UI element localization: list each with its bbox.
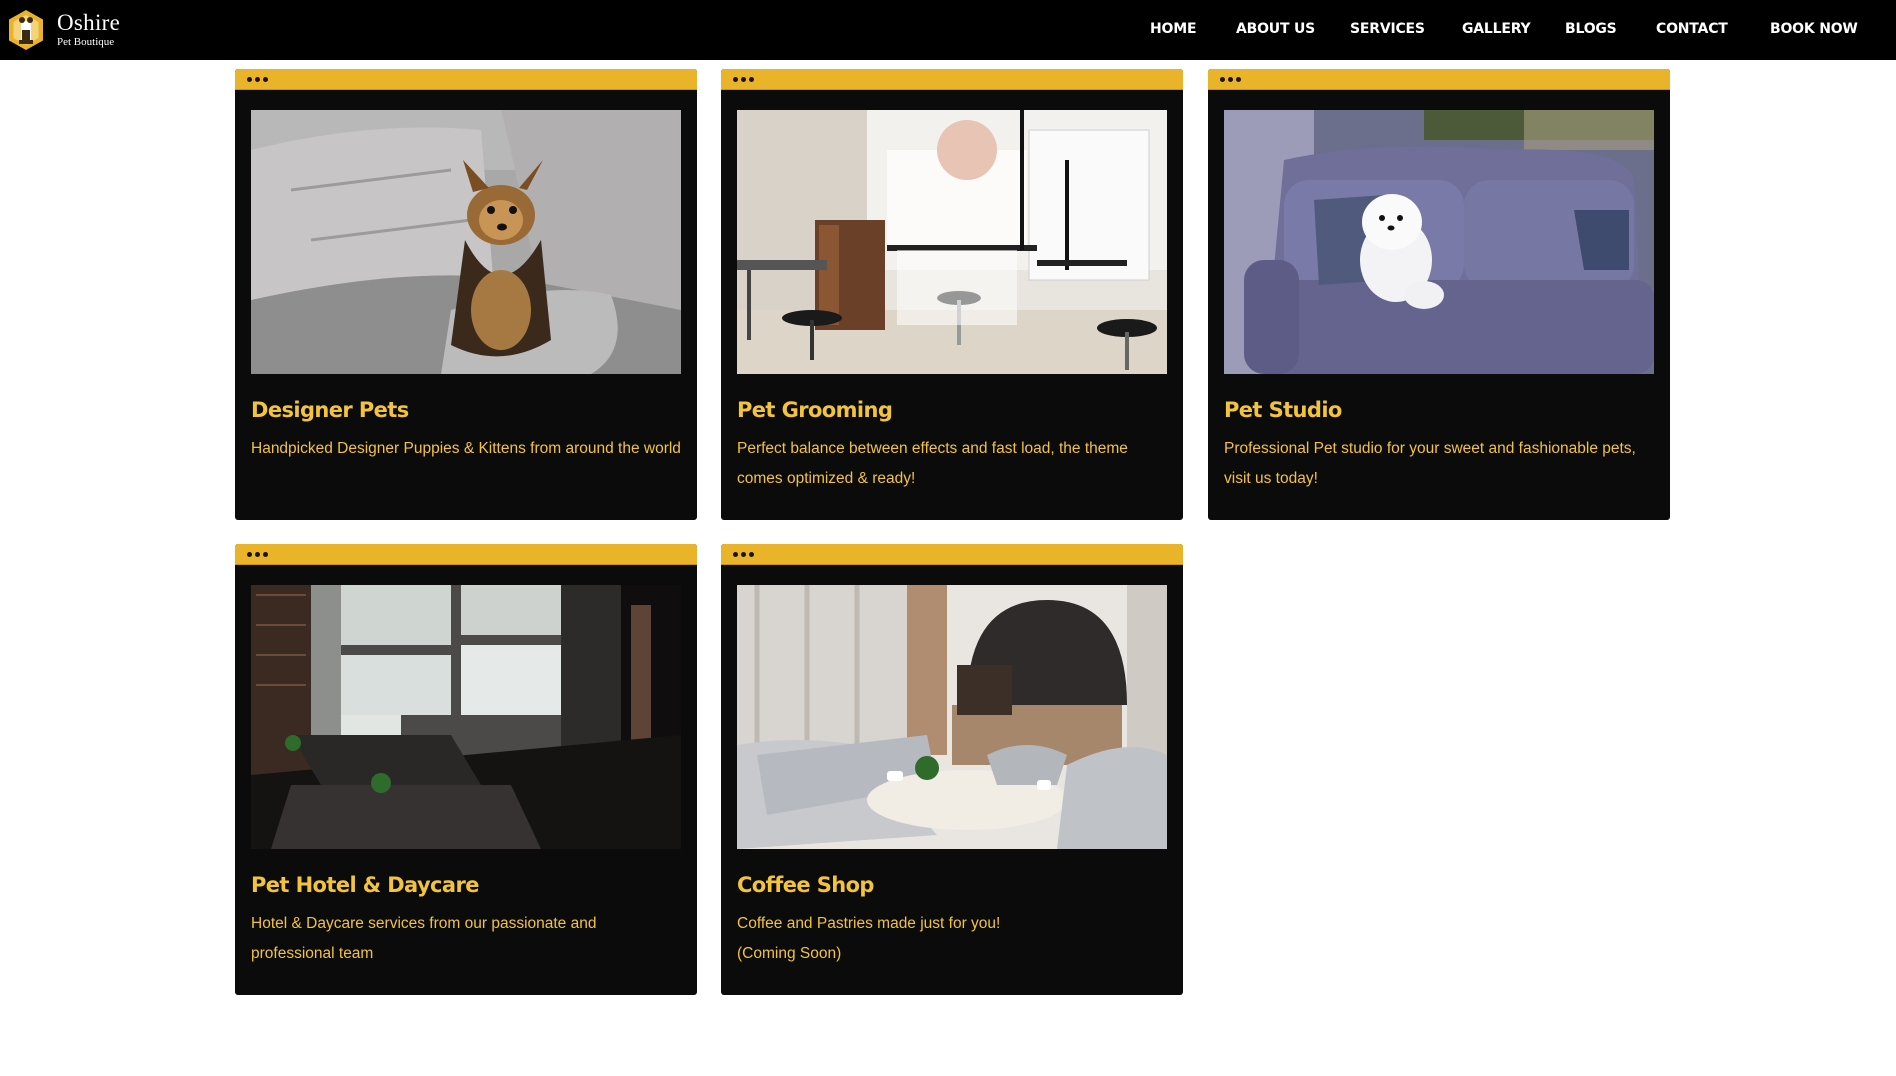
window-dot-icon (749, 76, 754, 82)
nav-services[interactable]: SERVICES (1350, 21, 1425, 37)
card-window-bar (1208, 69, 1670, 90)
card-window-bar (721, 544, 1183, 565)
window-dot-icon (741, 76, 746, 82)
card-image-pet-grooming[interactable] (737, 110, 1167, 374)
nav-home[interactable]: HOME (1150, 21, 1197, 37)
pomeranian-on-sofa-image (1224, 110, 1654, 374)
window-dot-icon (247, 551, 252, 557)
coming-soon-note: (Coming Soon) (737, 945, 842, 962)
main-nav: HOME ABOUT US SERVICES GALLERY BLOGS CON… (0, 0, 1896, 60)
card-image-pet-studio[interactable] (1224, 110, 1654, 374)
card-image-pet-hotel-daycare[interactable] (251, 585, 681, 849)
window-dot-icon (247, 76, 252, 82)
card-title: Pet Grooming (737, 398, 893, 422)
card-description-line: Coffee and Pastries made just for you! (737, 915, 1001, 932)
hotel-lounge-image (251, 585, 681, 849)
nav-book-now[interactable]: BOOK NOW (1770, 21, 1858, 37)
window-dot-icon (749, 551, 754, 557)
window-dot-icon (741, 551, 746, 557)
card-window-bar (721, 69, 1183, 90)
card-title: Pet Hotel & Daycare (251, 873, 479, 897)
card-description: Coffee and Pastries made just for you! (… (737, 909, 1167, 969)
site-header: Oshire Pet Boutique HOME ABOUT US SERVIC… (0, 0, 1896, 60)
window-dot-icon (1228, 76, 1233, 82)
card-image-coffee-shop[interactable] (737, 585, 1167, 849)
service-card-pet-grooming[interactable]: Pet Grooming Perfect balance between eff… (721, 69, 1183, 520)
window-dot-icon (1236, 76, 1241, 82)
window-dot-icon (263, 551, 268, 557)
card-description: Professional Pet studio for your sweet a… (1224, 440, 1636, 487)
window-dot-icon (255, 551, 260, 557)
service-card-pet-studio[interactable]: Pet Studio Professional Pet studio for y… (1208, 69, 1670, 520)
service-card-pet-hotel-daycare[interactable]: Pet Hotel & Daycare Hotel & Daycare serv… (235, 544, 697, 995)
card-image-designer-pets[interactable] (251, 110, 681, 374)
window-dot-icon (733, 551, 738, 557)
card-title: Coffee Shop (737, 873, 874, 897)
grooming-room-image (737, 110, 1167, 374)
card-window-bar (235, 69, 697, 90)
card-description: Handpicked Designer Puppies & Kittens fr… (251, 440, 681, 457)
window-dot-icon (1220, 76, 1225, 82)
window-dot-icon (255, 76, 260, 82)
card-description: Perfect balance between effects and fast… (737, 440, 1128, 487)
service-card-designer-pets[interactable]: Designer Pets Handpicked Designer Puppie… (235, 69, 697, 520)
service-card-coffee-shop[interactable]: Coffee Shop Coffee and Pastries made jus… (721, 544, 1183, 995)
nav-contact[interactable]: CONTACT (1656, 21, 1728, 37)
nav-gallery[interactable]: GALLERY (1462, 21, 1531, 37)
puppy-on-sofa-image (251, 110, 681, 374)
card-description: Hotel & Daycare services from our passio… (251, 915, 597, 962)
nav-blogs[interactable]: BLOGS (1565, 21, 1617, 37)
nav-about-us[interactable]: ABOUT US (1236, 21, 1315, 37)
window-dot-icon (263, 76, 268, 82)
coffee-shop-image (737, 585, 1167, 849)
card-title: Pet Studio (1224, 398, 1342, 422)
window-dot-icon (733, 76, 738, 82)
card-window-bar (235, 544, 697, 565)
card-title: Designer Pets (251, 398, 409, 422)
